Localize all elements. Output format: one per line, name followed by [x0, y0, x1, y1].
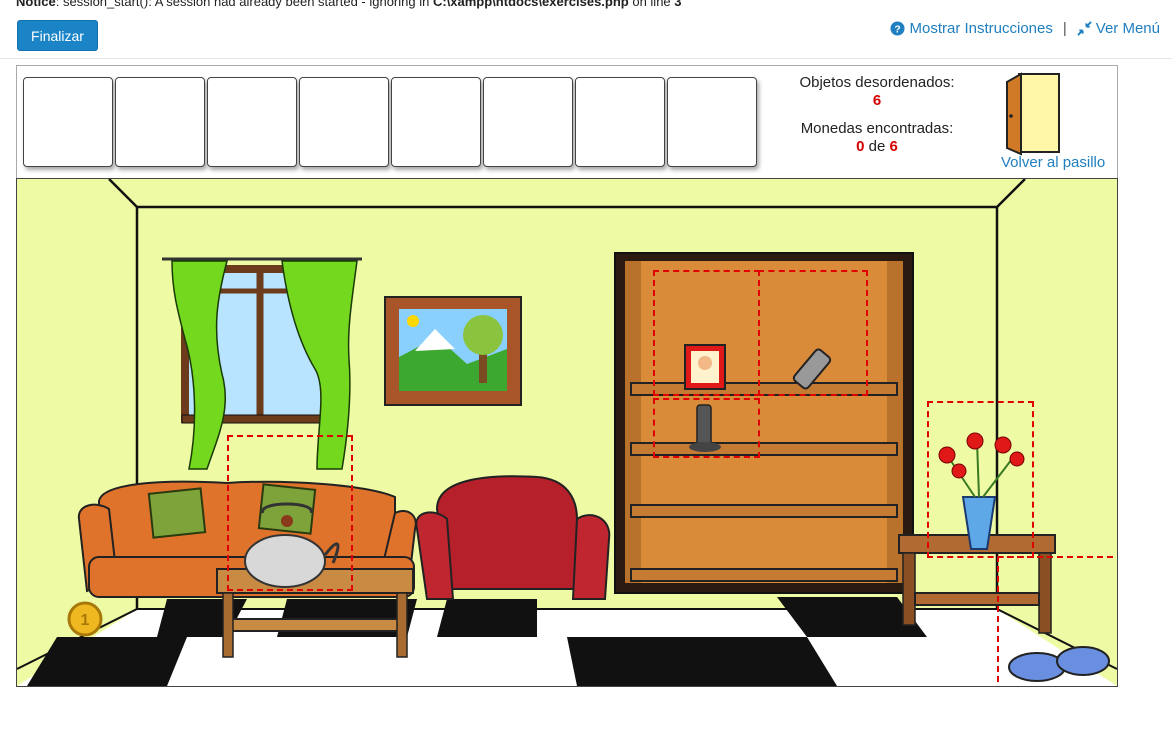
monedas-found: 0	[856, 138, 865, 155]
inventory-slot[interactable]	[299, 77, 389, 167]
hotspot-photo-frame[interactable]	[653, 270, 760, 396]
mostrar-instrucciones-link[interactable]: ? Mostrar Instrucciones	[890, 20, 1053, 37]
php-notice: Notice: session_start(): A session had a…	[16, 0, 682, 9]
game-stats: Objetos desordenados: 6 Monedas encontra…	[787, 74, 967, 155]
coin-label: 1	[81, 612, 90, 629]
monedas-de: de	[868, 138, 886, 155]
hotspot-slippers[interactable]	[997, 556, 1117, 686]
notice-line-number: 3	[674, 0, 682, 9]
door-icon[interactable]	[1005, 72, 1061, 156]
monedas-total: 6	[889, 138, 898, 155]
hotspot-telephone[interactable]	[653, 398, 760, 458]
monedas-label: Monedas encontradas:	[800, 120, 954, 137]
ver-menu-label: Ver Menú	[1095, 20, 1160, 37]
inventory-slot[interactable]	[391, 77, 481, 167]
top-links: ? Mostrar Instrucciones | Ver Menú	[890, 20, 1160, 37]
link-separator: |	[1062, 20, 1067, 37]
volver-pasillo-link[interactable]: Volver al pasillo	[1001, 154, 1105, 171]
notice-on-line: on line	[628, 0, 675, 9]
hotspot-flower-vase[interactable]	[927, 401, 1034, 558]
svg-text:?: ?	[895, 24, 901, 35]
desordenados-count: 6	[872, 92, 882, 109]
inventory-slot[interactable]	[575, 77, 665, 167]
compress-arrows-icon	[1077, 21, 1092, 36]
inventory-panel: Objetos desordenados: 6 Monedas encontra…	[16, 65, 1118, 180]
inventory-slot[interactable]	[207, 77, 297, 167]
inventory-slot[interactable]	[115, 77, 205, 167]
room-scene: 1	[16, 178, 1118, 687]
desordenados-label: Objetos desordenados:	[799, 74, 955, 91]
inventory-slot[interactable]	[483, 77, 573, 167]
hotspot-remote-control[interactable]	[758, 270, 868, 396]
monedas-counter: 0 de 6	[787, 138, 967, 155]
mostrar-instrucciones-label: Mostrar Instrucciones	[909, 20, 1053, 37]
hotspot-kettle[interactable]	[227, 435, 353, 591]
inventory-slot[interactable]	[667, 77, 757, 167]
question-circle-icon: ?	[890, 21, 906, 36]
ver-menu-link[interactable]: Ver Menú	[1077, 20, 1160, 37]
notice-label: Notice	[16, 0, 56, 9]
header-divider	[0, 58, 1172, 59]
inventory-slot[interactable]	[23, 77, 113, 167]
notice-message: : session_start(): A session had already…	[55, 0, 433, 9]
finalizar-button[interactable]: Finalizar	[17, 20, 98, 51]
notice-path: C:\xampp\htdocs\exercises.php	[432, 0, 629, 9]
